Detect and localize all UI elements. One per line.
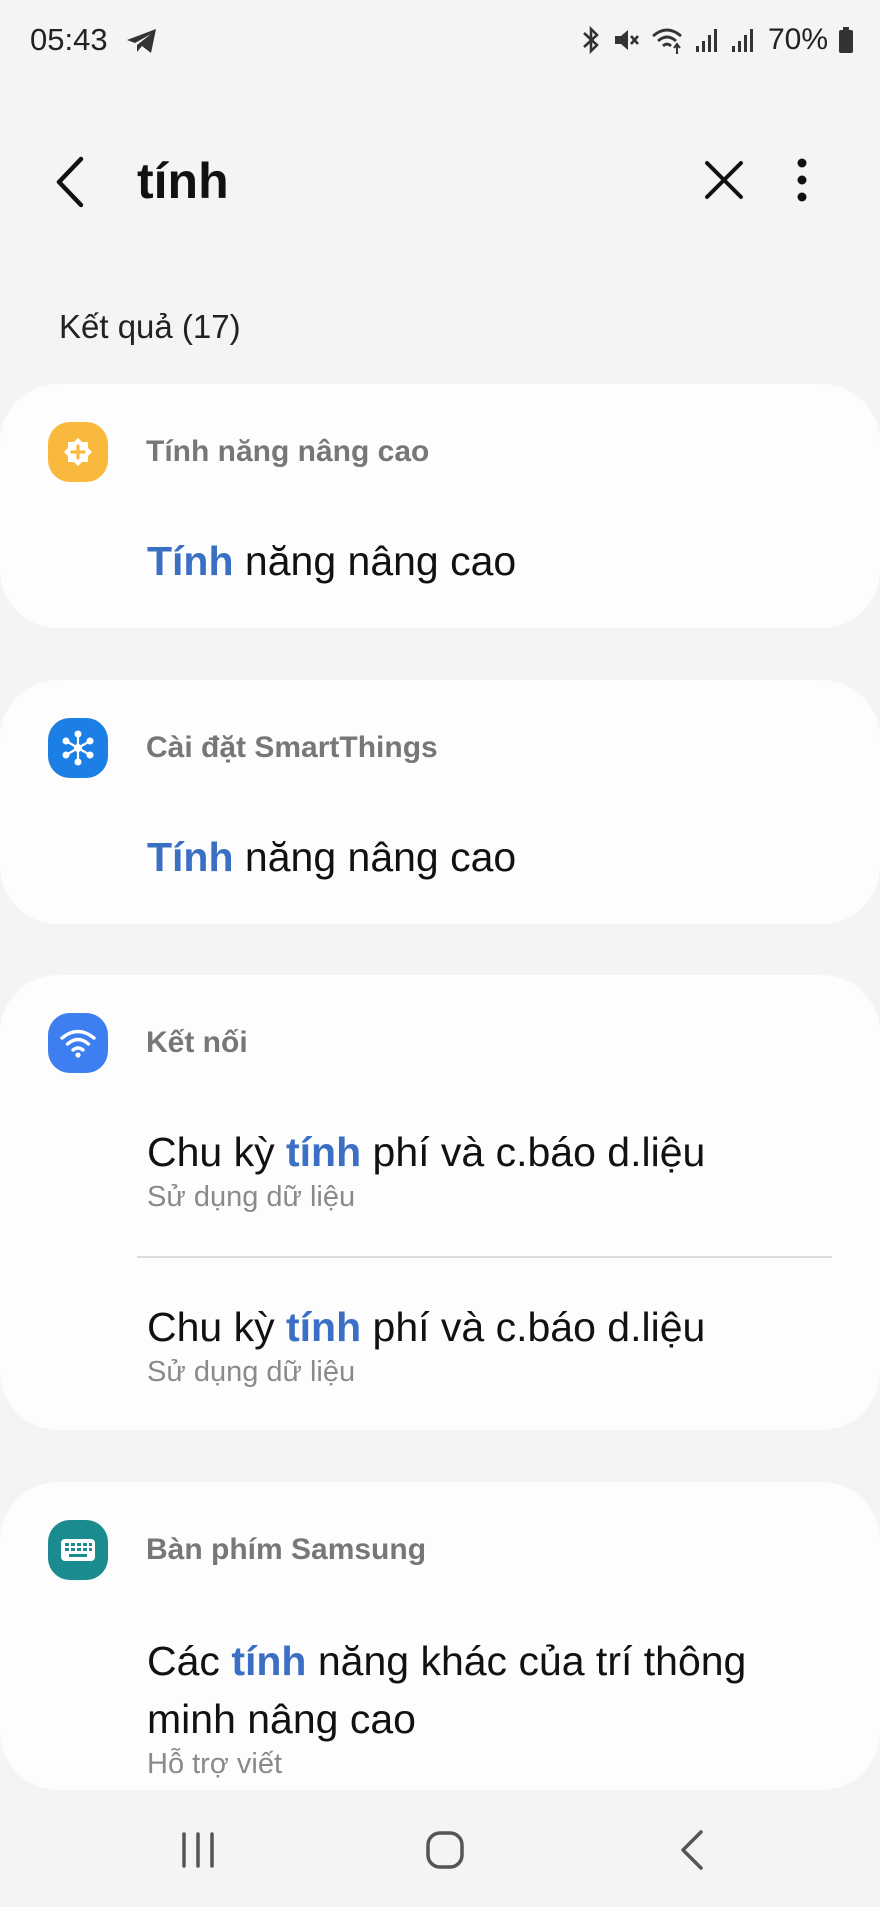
result-item[interactable]: Tính năng nâng cao: [147, 532, 840, 590]
group-category-label: Cài đặt SmartThings: [146, 731, 438, 764]
wifi-status-icon: [652, 28, 682, 54]
result-item[interactable]: Chu kỳ tính phí và c.báo d.liệu Sử dụng …: [147, 1123, 840, 1214]
keyboard-icon: [48, 1520, 108, 1580]
back-nav-icon: [681, 1830, 703, 1870]
group-category-label: Kết nối: [146, 1026, 248, 1059]
title-match-highlight: Tính: [147, 834, 234, 880]
result-title: Chu kỳ tính phí và c.báo d.liệu: [147, 1298, 840, 1356]
group-header: Cài đặt SmartThings: [48, 718, 438, 778]
status-icons: 70%: [580, 20, 854, 60]
close-icon: [705, 161, 743, 199]
back-button[interactable]: [40, 152, 100, 212]
result-group-smartthings: Cài đặt SmartThings Tính năng nâng cao: [0, 680, 880, 924]
more-options-button[interactable]: [782, 152, 822, 208]
recent-apps-icon: [182, 1832, 214, 1868]
result-subtitle: Hỗ trợ viết: [147, 1748, 283, 1780]
title-match-highlight: tính: [286, 1304, 362, 1350]
title-prefix: Các: [147, 1638, 232, 1684]
chevron-left-icon: [56, 156, 84, 208]
bluetooth-icon: [583, 25, 599, 55]
divider: [137, 1256, 832, 1258]
result-title: Chu kỳ tính phí và c.báo d.liệu: [147, 1123, 840, 1181]
telegram-icon: [127, 29, 156, 53]
status-bar: 05:43 70%: [0, 0, 880, 84]
home-button[interactable]: [410, 1820, 480, 1880]
battery-icon: [839, 27, 853, 53]
more-vertical-icon: [797, 158, 807, 202]
result-title: Tính năng nâng cao: [147, 532, 840, 590]
group-category-label: Bàn phím Samsung: [146, 1533, 427, 1566]
group-header: Bàn phím Samsung: [48, 1520, 426, 1580]
result-group-advanced-features: Tính năng nâng cao Tính năng nâng cao: [0, 384, 880, 628]
back-nav-button[interactable]: [657, 1820, 727, 1880]
title-suffix: phí và c.báo d.liệu: [361, 1304, 706, 1350]
result-item[interactable]: Các tính năng khác của trí thông minh nâ…: [147, 1632, 820, 1781]
advanced-features-icon: [48, 422, 108, 482]
result-item[interactable]: Chu kỳ tính phí và c.báo d.liệu Sử dụng …: [147, 1298, 840, 1389]
result-subtitle: Sử dụng dữ liệu: [147, 1356, 356, 1388]
status-time: 05:43: [30, 22, 108, 57]
result-item[interactable]: Tính năng nâng cao: [147, 828, 840, 886]
title-prefix: Chu kỳ: [147, 1304, 286, 1350]
title-prefix: Chu kỳ: [147, 1129, 286, 1175]
title-suffix: năng nâng cao: [233, 538, 517, 584]
signal-icon-2: [731, 29, 753, 52]
result-group-connections: Kết nối Chu kỳ tính phí và c.báo d.liệu …: [0, 975, 880, 1430]
group-header: Kết nối: [48, 1013, 248, 1073]
wifi-icon: [48, 1013, 108, 1073]
title-suffix: năng nâng cao: [233, 834, 517, 880]
smartthings-icon: [48, 718, 108, 778]
results-count: Kết quả (17): [59, 308, 241, 345]
signal-icon: [695, 29, 717, 52]
battery-percent: 70%: [767, 23, 828, 56]
recent-apps-button[interactable]: [163, 1820, 233, 1880]
result-subtitle: Sử dụng dữ liệu: [147, 1181, 356, 1213]
group-category-label: Tính năng nâng cao: [146, 435, 430, 468]
mute-icon: [614, 30, 639, 50]
group-header: Tính năng nâng cao: [48, 422, 429, 482]
result-group-samsung-keyboard: Bàn phím Samsung Các tính năng khác của …: [0, 1482, 880, 1790]
title-match-highlight: Tính: [147, 538, 234, 584]
navigation-bar: [0, 1790, 880, 1907]
result-title: Các tính năng khác của trí thông minh nâ…: [147, 1632, 820, 1748]
search-app-bar: tính: [0, 130, 880, 230]
title-match-highlight: tính: [286, 1129, 362, 1175]
clear-search-button[interactable]: [696, 152, 752, 208]
title-match-highlight: tính: [231, 1638, 307, 1684]
result-title: Tính năng nâng cao: [147, 828, 840, 886]
title-suffix: phí và c.báo d.liệu: [361, 1129, 706, 1175]
home-icon: [426, 1831, 464, 1869]
search-query-input[interactable]: tính: [137, 152, 229, 210]
